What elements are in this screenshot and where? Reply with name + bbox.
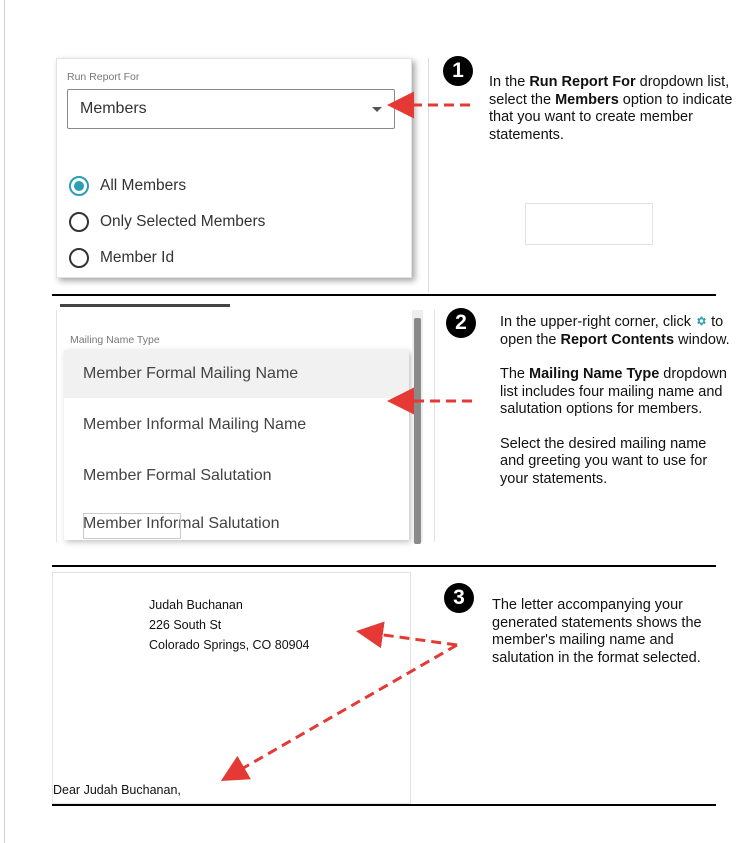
panel-top-bar [60, 304, 230, 307]
list-item[interactable]: Member Informal Mailing Name [64, 401, 409, 449]
section-divider [52, 294, 716, 296]
mailing-name-type-dropdown-list: Member Formal Mailing Name Member Inform… [64, 350, 409, 540]
mailing-name-type-label: Mailing Name Type [70, 334, 160, 346]
step-2-instructions: In the upper-right corner, click to open… [500, 314, 730, 487]
empty-box [525, 203, 653, 245]
step-2-badge: 2 [446, 308, 476, 338]
mailing-name-type-panel: Mailing Name Type Member Formal Mailing … [56, 304, 435, 544]
step-1-instructions: In the Run Report For dropdown list, sel… [489, 74, 733, 143]
run-report-for-dropdown[interactable]: Members [67, 89, 395, 129]
radio-member-id[interactable]: Member Id [69, 248, 174, 268]
letter-greeting: Dear Judah Buchanan, [53, 783, 181, 797]
radio-checked-icon[interactable] [69, 176, 89, 196]
step-1-badge: 1 [443, 56, 473, 86]
step-3-badge: 3 [444, 583, 474, 613]
list-item[interactable]: Member Formal Mailing Name [64, 350, 409, 398]
focus-outline [83, 513, 181, 539]
panel-divider [428, 58, 429, 292]
chevron-down-icon[interactable] [372, 107, 382, 112]
radio-label: All Members [100, 177, 187, 194]
gear-icon [697, 316, 706, 326]
sample-letter: Judah Buchanan 226 South St Colorado Spr… [52, 572, 411, 804]
step-3-instructions: The letter accompanying your generated s… [492, 597, 702, 666]
left-margin-line [4, 0, 5, 843]
radio-label: Only Selected Members [100, 213, 266, 230]
letter-city: Colorado Springs, CO 80904 [149, 638, 310, 652]
radio-unchecked-icon[interactable] [69, 212, 89, 232]
run-report-for-value: Members [80, 100, 147, 117]
radio-label: Member Id [100, 249, 175, 266]
letter-address: Judah Buchanan 226 South St Colorado Spr… [149, 595, 310, 655]
scrollbar-thumb[interactable] [414, 318, 421, 544]
list-item[interactable]: Member Formal Salutation [64, 452, 409, 500]
scrollbar[interactable] [412, 310, 423, 544]
letter-street: 226 South St [149, 618, 222, 632]
radio-unchecked-icon[interactable] [69, 248, 89, 268]
section-divider [52, 804, 716, 806]
letter-name: Judah Buchanan [149, 598, 243, 612]
run-report-for-label: Run Report For [67, 71, 140, 83]
run-report-for-panel: Run Report For Members All Members Only … [56, 58, 412, 278]
radio-all-members[interactable]: All Members [69, 176, 186, 196]
radio-only-selected-members[interactable]: Only Selected Members [69, 212, 265, 232]
section-divider [52, 565, 716, 567]
